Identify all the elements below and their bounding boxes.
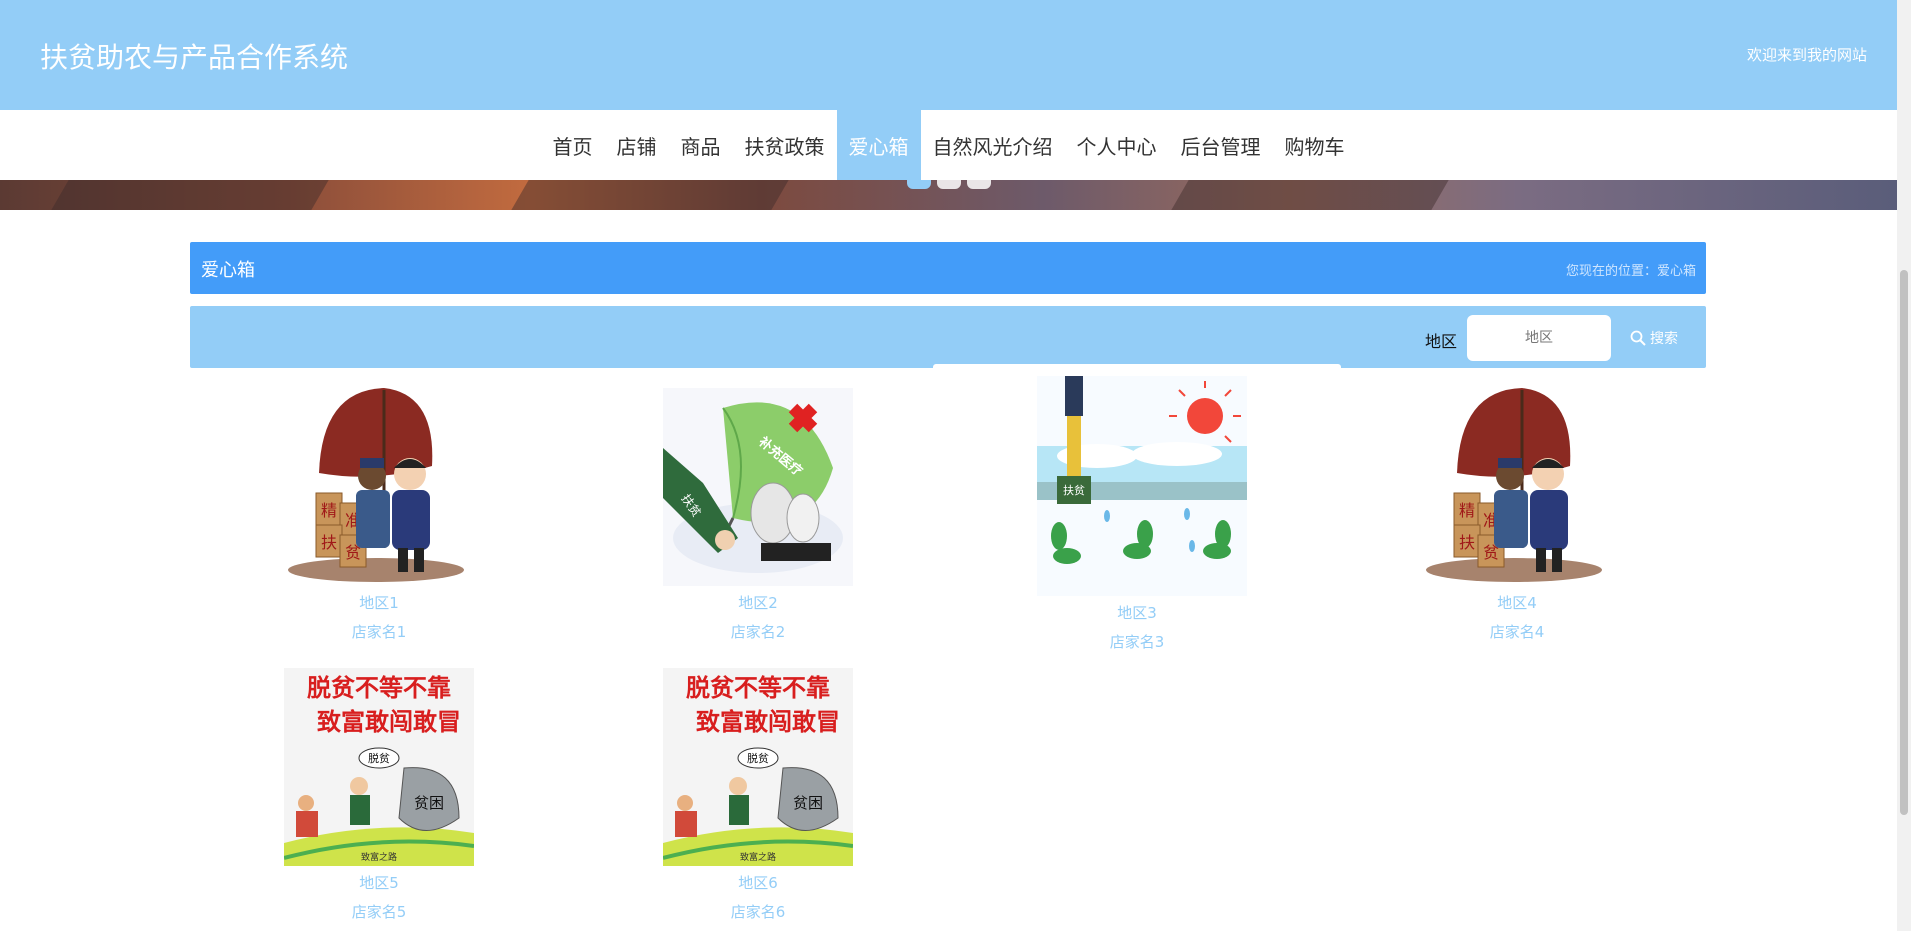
poster-line2: 致富敢闯敢冒 <box>696 708 840 736</box>
search-bar: 地区 搜索 <box>190 306 1706 368</box>
banner-mountain <box>51 180 329 210</box>
carousel-dot-3[interactable] <box>967 180 991 189</box>
page-scrollbar[interactable] <box>1897 0 1911 931</box>
banner-mountain <box>511 180 789 210</box>
search-icon <box>1630 330 1646 346</box>
card-image: 精 准 扶 贫 <box>288 388 464 582</box>
card-region[interactable]: 地区6 <box>658 872 858 893</box>
road-text: 致富之路 <box>361 851 397 863</box>
section-header: 爱心箱 您现在的位置：爱心箱 <box>190 242 1706 294</box>
road-text: 致富之路 <box>740 851 776 863</box>
carousel-dot-2[interactable] <box>937 180 961 189</box>
nav-item-products[interactable]: 商品 <box>669 110 733 180</box>
breadcrumb: 您现在的位置：爱心箱 <box>1565 264 1696 279</box>
poster-line2: 致富敢闯敢冒 <box>317 708 461 736</box>
card-region[interactable]: 地区3 <box>1037 602 1237 623</box>
card-shop-name: 店家名6 <box>730 903 786 921</box>
card-image: 补充医疗 扶贫 <box>663 388 853 586</box>
card-image: 精 准 扶 贫 <box>1426 388 1602 582</box>
rock-text: 贫困 <box>414 794 444 812</box>
card-shop-name: 店家名4 <box>1489 623 1545 641</box>
pipe-text: 扶贫 <box>1063 483 1085 497</box>
banner-carousel <box>0 180 1897 210</box>
product-card[interactable]: 精 准 扶 贫 地区4 店家名4 <box>1417 388 1617 642</box>
card-shop-name: 店家名5 <box>351 903 407 921</box>
nav-item-admin[interactable]: 后台管理 <box>1169 110 1273 180</box>
poster-line1: 脱贫不等不靠 <box>307 674 451 702</box>
poster-line1: 脱贫不等不靠 <box>686 674 830 702</box>
divider-strip <box>933 364 1341 372</box>
box-char: 扶 <box>321 533 337 552</box>
card-shop-name: 店家名3 <box>1109 633 1165 651</box>
nav-item-policy[interactable]: 扶贫政策 <box>733 110 837 180</box>
box-char: 扶 <box>1459 533 1475 552</box>
speech-bubble: 脱贫 <box>747 751 769 765</box>
nav-item-home[interactable]: 首页 <box>541 110 605 180</box>
region-search-input[interactable] <box>1467 315 1611 361</box>
site-title: 扶贫助农与产品合作系统 <box>40 41 349 74</box>
rock-text: 贫困 <box>793 794 823 812</box>
box-char: 精 <box>321 501 337 520</box>
box-char: 精 <box>1459 501 1475 520</box>
card-region[interactable]: 地区4 <box>1417 592 1617 613</box>
search-label: 地区 <box>1425 332 1458 351</box>
scrollbar-thumb[interactable] <box>1900 270 1908 815</box>
banner-mountain <box>1171 180 1449 210</box>
card-image: 脱贫不等不靠 致富敢闯敢冒 脱贫 贫困 致富之路 <box>663 668 853 866</box>
card-shop-name: 店家名2 <box>730 623 786 641</box>
speech-bubble: 脱贫 <box>368 751 390 765</box>
nav-item-scenery[interactable]: 自然风光介绍 <box>921 110 1065 180</box>
card-region[interactable]: 地区5 <box>279 872 479 893</box>
card-image: 扶贫 <box>1037 376 1247 596</box>
main-nav: 首页 店铺 商品 扶贫政策 爱心箱 自然风光介绍 个人中心 后台管理 购物车 <box>0 110 1897 180</box>
product-card[interactable]: 补充医疗 扶贫 地区2 店家名2 <box>658 388 858 642</box>
product-card[interactable]: 脱贫不等不靠 致富敢闯敢冒 脱贫 贫困 致富之路 地区5 店家名5 <box>279 668 479 922</box>
card-image: 脱贫不等不靠 致富敢闯敢冒 脱贫 贫困 致富之路 <box>284 668 474 866</box>
card-region[interactable]: 地区1 <box>279 592 479 613</box>
product-card[interactable]: 精 准 扶 贫 地区1 店家名1 <box>279 388 479 642</box>
carousel-dots <box>907 180 991 189</box>
product-card[interactable]: 扶贫 地区3 店家名3 <box>1037 376 1247 652</box>
nav-item-cart[interactable]: 购物车 <box>1273 110 1357 180</box>
card-shop-name: 店家名1 <box>351 623 407 641</box>
search-button[interactable]: 搜索 <box>1630 328 1678 348</box>
nav-item-love-box[interactable]: 爱心箱 <box>836 110 921 180</box>
carousel-dot-1[interactable] <box>907 180 931 189</box>
top-header: 扶贫助农与产品合作系统 欢迎来到我的网站 <box>0 0 1897 110</box>
search-button-label: 搜索 <box>1650 331 1678 347</box>
card-region[interactable]: 地区2 <box>658 592 858 613</box>
nav-item-shops[interactable]: 店铺 <box>605 110 669 180</box>
product-card[interactable]: 脱贫不等不靠 致富敢闯敢冒 脱贫 贫困 致富之路 地区6 店家名6 <box>658 668 858 922</box>
nav-item-personal-center[interactable]: 个人中心 <box>1065 110 1169 180</box>
section-title: 爱心箱 <box>201 260 255 281</box>
welcome-text: 欢迎来到我的网站 <box>1746 46 1867 64</box>
